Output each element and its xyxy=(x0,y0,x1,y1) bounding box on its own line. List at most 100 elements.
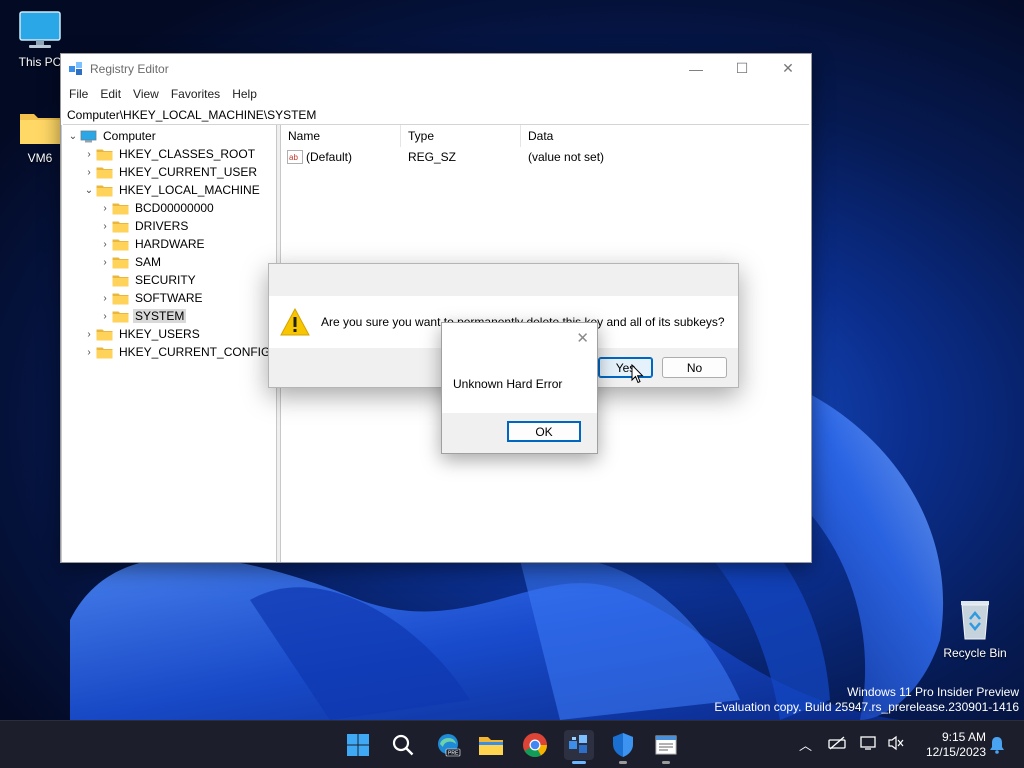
clock-date: 12/15/2023 xyxy=(925,745,986,759)
tree-item[interactable]: SECURITY xyxy=(62,271,276,289)
display-icon[interactable] xyxy=(860,735,878,751)
tree-item[interactable]: › BCD00000000 xyxy=(62,199,276,217)
start-button[interactable] xyxy=(343,730,373,760)
svg-text:PRE: PRE xyxy=(448,751,459,757)
chevron-right-icon[interactable]: › xyxy=(82,329,96,340)
tree-item-label: HKEY_CURRENT_CONFIG xyxy=(119,345,271,359)
taskbar-regedit[interactable] xyxy=(564,730,594,764)
tree-item-label: HKEY_USERS xyxy=(119,327,200,341)
maximize-button[interactable]: ☐ xyxy=(719,54,765,83)
ok-button[interactable]: OK xyxy=(507,421,581,442)
system-clock[interactable]: 9:15 AM 12/15/2023 xyxy=(926,730,986,760)
hard-error-dialog[interactable]: ✕ Unknown Hard Error OK xyxy=(441,322,598,454)
folder-icon xyxy=(20,114,60,144)
title-bar[interactable]: Registry Editor — ☐ ✕ xyxy=(61,54,811,83)
column-data-header[interactable]: Data xyxy=(521,125,681,147)
menu-help[interactable]: Help xyxy=(226,87,263,101)
chevron-down-icon[interactable]: ⌄ xyxy=(82,185,96,196)
chevron-right-icon[interactable]: › xyxy=(82,347,96,358)
maximize-icon: ☐ xyxy=(735,60,749,76)
taskbar-notepad[interactable] xyxy=(651,730,681,764)
tree-item[interactable]: › HKEY_CURRENT_USER xyxy=(62,163,276,181)
tree-item[interactable]: ⌄ HKEY_LOCAL_MACHINE xyxy=(62,181,276,199)
folder-icon xyxy=(112,293,129,304)
folder-icon xyxy=(112,311,129,322)
menu-edit[interactable]: Edit xyxy=(94,87,127,101)
column-type-header[interactable]: Type xyxy=(401,125,521,147)
close-icon[interactable]: ✕ xyxy=(576,329,589,347)
chevron-right-icon[interactable]: › xyxy=(98,239,112,250)
tree-item[interactable]: › DRIVERS xyxy=(62,217,276,235)
recycle-bin-icon xyxy=(961,601,989,640)
menu-file[interactable]: File xyxy=(63,87,94,101)
tree-item-label: HKEY_CLASSES_ROOT xyxy=(119,147,256,161)
warning-icon xyxy=(280,308,310,336)
tree-item[interactable]: › SOFTWARE xyxy=(62,289,276,307)
tree-item-label: HARDWARE xyxy=(135,237,205,251)
tree-item[interactable]: › SYSTEM xyxy=(62,307,276,325)
tree-item-label: HKEY_CURRENT_USER xyxy=(119,165,258,179)
no-button[interactable]: No xyxy=(662,357,727,378)
chevron-right-icon[interactable]: › xyxy=(98,311,112,322)
chevron-right-icon[interactable]: › xyxy=(98,257,112,268)
folder-icon xyxy=(96,185,113,196)
list-header: Name Type Data xyxy=(281,125,811,147)
value-type: REG_SZ xyxy=(408,150,457,164)
value-name: (Default) xyxy=(306,150,353,164)
tree-item-label: DRIVERS xyxy=(135,219,189,233)
folder-icon xyxy=(96,149,113,160)
running-indicator xyxy=(662,761,670,764)
mouse-cursor-icon xyxy=(631,364,644,384)
folder-icon xyxy=(112,203,129,214)
address-bar[interactable]: Computer\HKEY_LOCAL_MACHINE\SYSTEM xyxy=(63,105,809,125)
tree-item-label: SYSTEM xyxy=(133,309,187,323)
tree-item[interactable]: › HARDWARE xyxy=(62,235,276,253)
tree-item-label: SAM xyxy=(135,255,162,269)
search-icon xyxy=(392,734,414,756)
column-name-header[interactable]: Name xyxy=(281,125,401,147)
chevron-right-icon[interactable]: › xyxy=(98,203,112,214)
desktop-icon-label: Recycle Bin xyxy=(943,646,1007,660)
chevron-right-icon[interactable]: › xyxy=(82,167,96,178)
volume-muted-icon[interactable] xyxy=(887,735,905,751)
watermark-line-1: Windows 11 Pro Insider Preview xyxy=(847,685,1019,699)
tree-item-label: BCD00000000 xyxy=(135,201,214,215)
tree-item[interactable]: › SAM xyxy=(62,253,276,271)
menu-favorites[interactable]: Favorites xyxy=(165,87,226,101)
tree-item[interactable]: › HKEY_CLASSES_ROOT xyxy=(62,145,276,163)
chevron-right-icon[interactable]: › xyxy=(98,293,112,304)
folder-icon xyxy=(112,239,129,250)
tree-item[interactable]: › HKEY_CURRENT_CONFIG xyxy=(62,343,276,361)
menu-view[interactable]: View xyxy=(127,87,165,101)
taskbar-windows-security[interactable] xyxy=(608,730,638,764)
list-item[interactable]: ab (Default) REG_SZ (value not set) xyxy=(281,147,811,167)
registry-tree[interactable]: ⌄ Computer › HKEY_CLASSES_ROOT › HKEY_CURRENT… xyxy=(61,125,277,562)
taskbar-file-explorer[interactable] xyxy=(476,730,506,760)
folder-icon xyxy=(112,275,129,286)
desktop-icon-recycle-bin[interactable]: Recycle Bin xyxy=(937,597,1013,660)
taskbar-edge-dev[interactable]: PRE xyxy=(433,730,463,760)
network-drive-icon[interactable] xyxy=(828,735,846,751)
chevron-down-icon[interactable]: ⌄ xyxy=(66,131,80,142)
close-button[interactable]: ✕ xyxy=(765,54,811,83)
tree-item[interactable]: ⌄ Computer xyxy=(62,127,276,145)
show-hidden-icons-chevron-icon[interactable]: ︿ xyxy=(799,735,812,754)
window-title: Registry Editor xyxy=(90,61,169,76)
notification-bell-icon[interactable] xyxy=(989,736,1005,754)
yes-button[interactable]: Yes xyxy=(598,357,653,378)
minimize-icon: — xyxy=(689,60,703,77)
chevron-right-icon[interactable]: › xyxy=(82,149,96,160)
search-button[interactable] xyxy=(388,730,418,760)
minimize-button[interactable]: — xyxy=(673,54,719,83)
running-indicator xyxy=(619,761,627,764)
svg-text:ab: ab xyxy=(289,153,298,162)
computer-icon xyxy=(80,130,97,142)
chevron-right-icon[interactable]: › xyxy=(98,221,112,232)
value-data: (value not set) xyxy=(528,150,605,164)
regedit-icon xyxy=(569,735,587,753)
tree-item[interactable]: › HKEY_USERS xyxy=(62,325,276,343)
evaluation-watermark: Windows 11 Pro Insider Preview Evaluatio… xyxy=(714,685,1019,715)
taskbar-chrome[interactable] xyxy=(520,730,550,760)
monitor-icon xyxy=(19,11,61,48)
string-value-icon: ab xyxy=(287,150,303,164)
